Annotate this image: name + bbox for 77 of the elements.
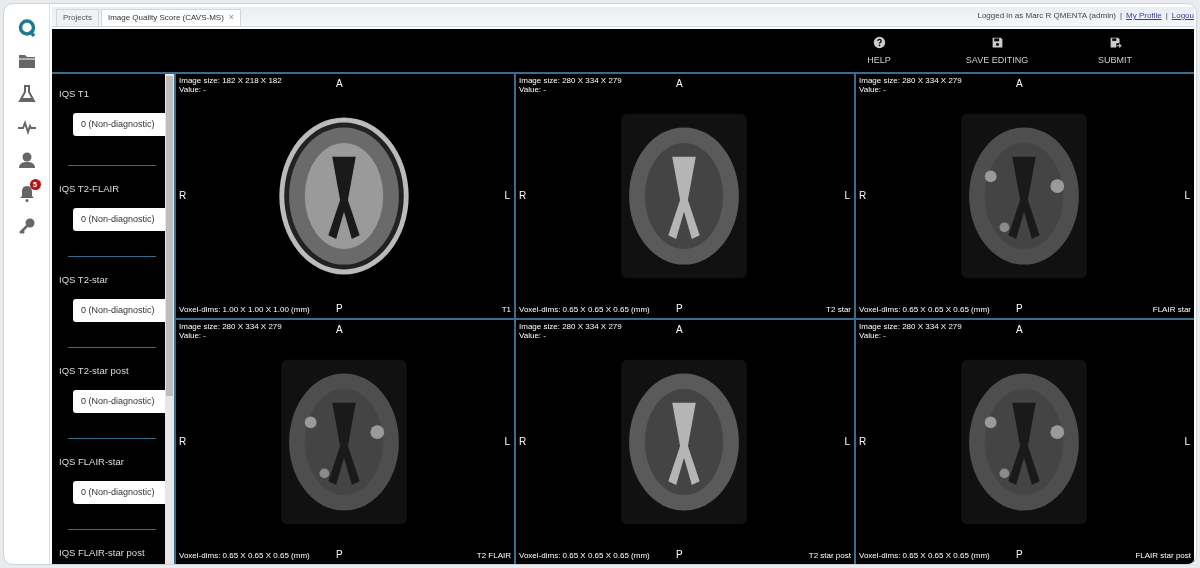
score-label: IQS T2-star post <box>58 364 130 378</box>
orientation-label: R <box>179 435 187 449</box>
sequence-label: T1 <box>501 305 511 314</box>
score-label: IQS T2-star <box>58 273 109 287</box>
close-icon[interactable]: × <box>228 11 235 25</box>
user-icon[interactable] <box>16 150 37 170</box>
sequence-label: FLAIR star post <box>1135 551 1191 560</box>
score-label: IQS T2-FLAIR <box>58 182 120 196</box>
voxel-dims: Voxel-dims: 0.65 X 0.65 X 0.65 (mm) <box>519 551 650 560</box>
toolbar-button[interactable]: HELP <box>820 36 938 68</box>
voxel-dims: Voxel-dims: 1.00 X 1.00 X 1.00 (mm) <box>179 305 310 314</box>
orientation-label: L <box>1184 189 1190 203</box>
value-readout: Value: - <box>859 331 886 340</box>
voxel-dims: Voxel-dims: 0.65 X 0.65 X 0.65 (mm) <box>859 551 990 560</box>
help-icon <box>872 36 886 50</box>
document-arrow-icon <box>1108 36 1122 50</box>
orientation-label: R <box>179 189 187 203</box>
image-size: Image size: 280 X 334 X 279 <box>859 322 962 331</box>
score-label: IQS FLAIR-star post <box>58 546 146 560</box>
score-select[interactable]: 0 (Non-diagnostic) <box>73 390 166 414</box>
image-size: Image size: 280 X 334 X 279 <box>179 322 282 331</box>
voxel-dims: Voxel-dims: 0.65 X 0.65 X 0.65 (mm) <box>519 305 650 314</box>
score-select[interactable]: 0 (Non-diagnostic) <box>73 299 166 323</box>
sequence-label: T2 FLAIR <box>476 551 511 560</box>
orientation-label: P <box>336 302 343 316</box>
orientation-label: L <box>504 189 510 203</box>
score-select[interactable]: 0 (Non-diagnostic) <box>73 208 166 232</box>
link[interactable]: My Profile <box>1126 10 1162 22</box>
image-size: Image size: 280 X 334 X 279 <box>519 322 622 331</box>
orientation-label: P <box>1016 302 1023 316</box>
orientation-label: R <box>859 189 867 203</box>
logo-icon[interactable] <box>16 18 37 38</box>
orientation-label: L <box>1184 435 1190 449</box>
orientation-label: R <box>519 189 527 203</box>
save-icon <box>990 36 1004 50</box>
orientation-label: R <box>859 435 867 449</box>
orientation-label: P <box>676 302 683 316</box>
flask-icon[interactable] <box>16 84 37 104</box>
value-readout: Value: - <box>179 331 206 340</box>
orientation-label: R <box>519 435 527 449</box>
image-size: Image size: 182 X 218 X 182 <box>179 76 282 85</box>
orientation-label: L <box>844 435 850 449</box>
orientation-label: A <box>676 323 683 337</box>
voxel-dims: Voxel-dims: 0.65 X 0.65 X 0.65 (mm) <box>859 305 990 314</box>
sequence-label: FLAIR star <box>1152 305 1191 314</box>
sequence-label: T2 star <box>826 305 851 314</box>
tab[interactable]: Projects <box>56 9 99 26</box>
score-label: IQS T1 <box>58 87 90 101</box>
separator: | <box>1120 10 1123 22</box>
score-select[interactable]: 0 (Non-diagnostic) <box>73 113 166 137</box>
sequence-label: T2 star post <box>808 551 851 560</box>
value-readout: Value: - <box>519 85 546 94</box>
orientation-label: P <box>336 548 343 562</box>
scrollbar[interactable] <box>165 74 174 564</box>
value-readout: Value: - <box>519 331 546 340</box>
orientation-label: P <box>1016 548 1023 562</box>
value-readout: Value: - <box>859 85 886 94</box>
score-label: IQS FLAIR-star <box>58 455 125 469</box>
orientation-label: A <box>1016 323 1023 337</box>
toolbar-button[interactable]: SAVE EDITING <box>938 36 1056 68</box>
image-size: Image size: 280 X 334 X 279 <box>859 76 962 85</box>
orientation-label: A <box>336 77 343 91</box>
voxel-dims: Voxel-dims: 0.65 X 0.65 X 0.65 (mm) <box>179 551 310 560</box>
orientation-label: P <box>676 548 683 562</box>
login-status: Logged in as Marc R QMENTA (admin) <box>977 10 1117 22</box>
orientation-label: L <box>504 435 510 449</box>
orientation-label: A <box>336 323 343 337</box>
orientation-label: A <box>1016 77 1023 91</box>
value-readout: Value: - <box>179 85 206 94</box>
orientation-label: A <box>676 77 683 91</box>
toolbar-button[interactable]: SUBMIT <box>1056 36 1174 68</box>
separator: | <box>1165 10 1168 22</box>
score-select[interactable]: 0 (Non-diagnostic) <box>73 481 166 505</box>
image-size: Image size: 280 X 334 X 279 <box>519 76 622 85</box>
tab[interactable]: Image Quality Score (CAVS-MS) × <box>100 9 242 26</box>
orientation-label: L <box>844 189 850 203</box>
link[interactable]: Logou <box>1171 10 1194 22</box>
